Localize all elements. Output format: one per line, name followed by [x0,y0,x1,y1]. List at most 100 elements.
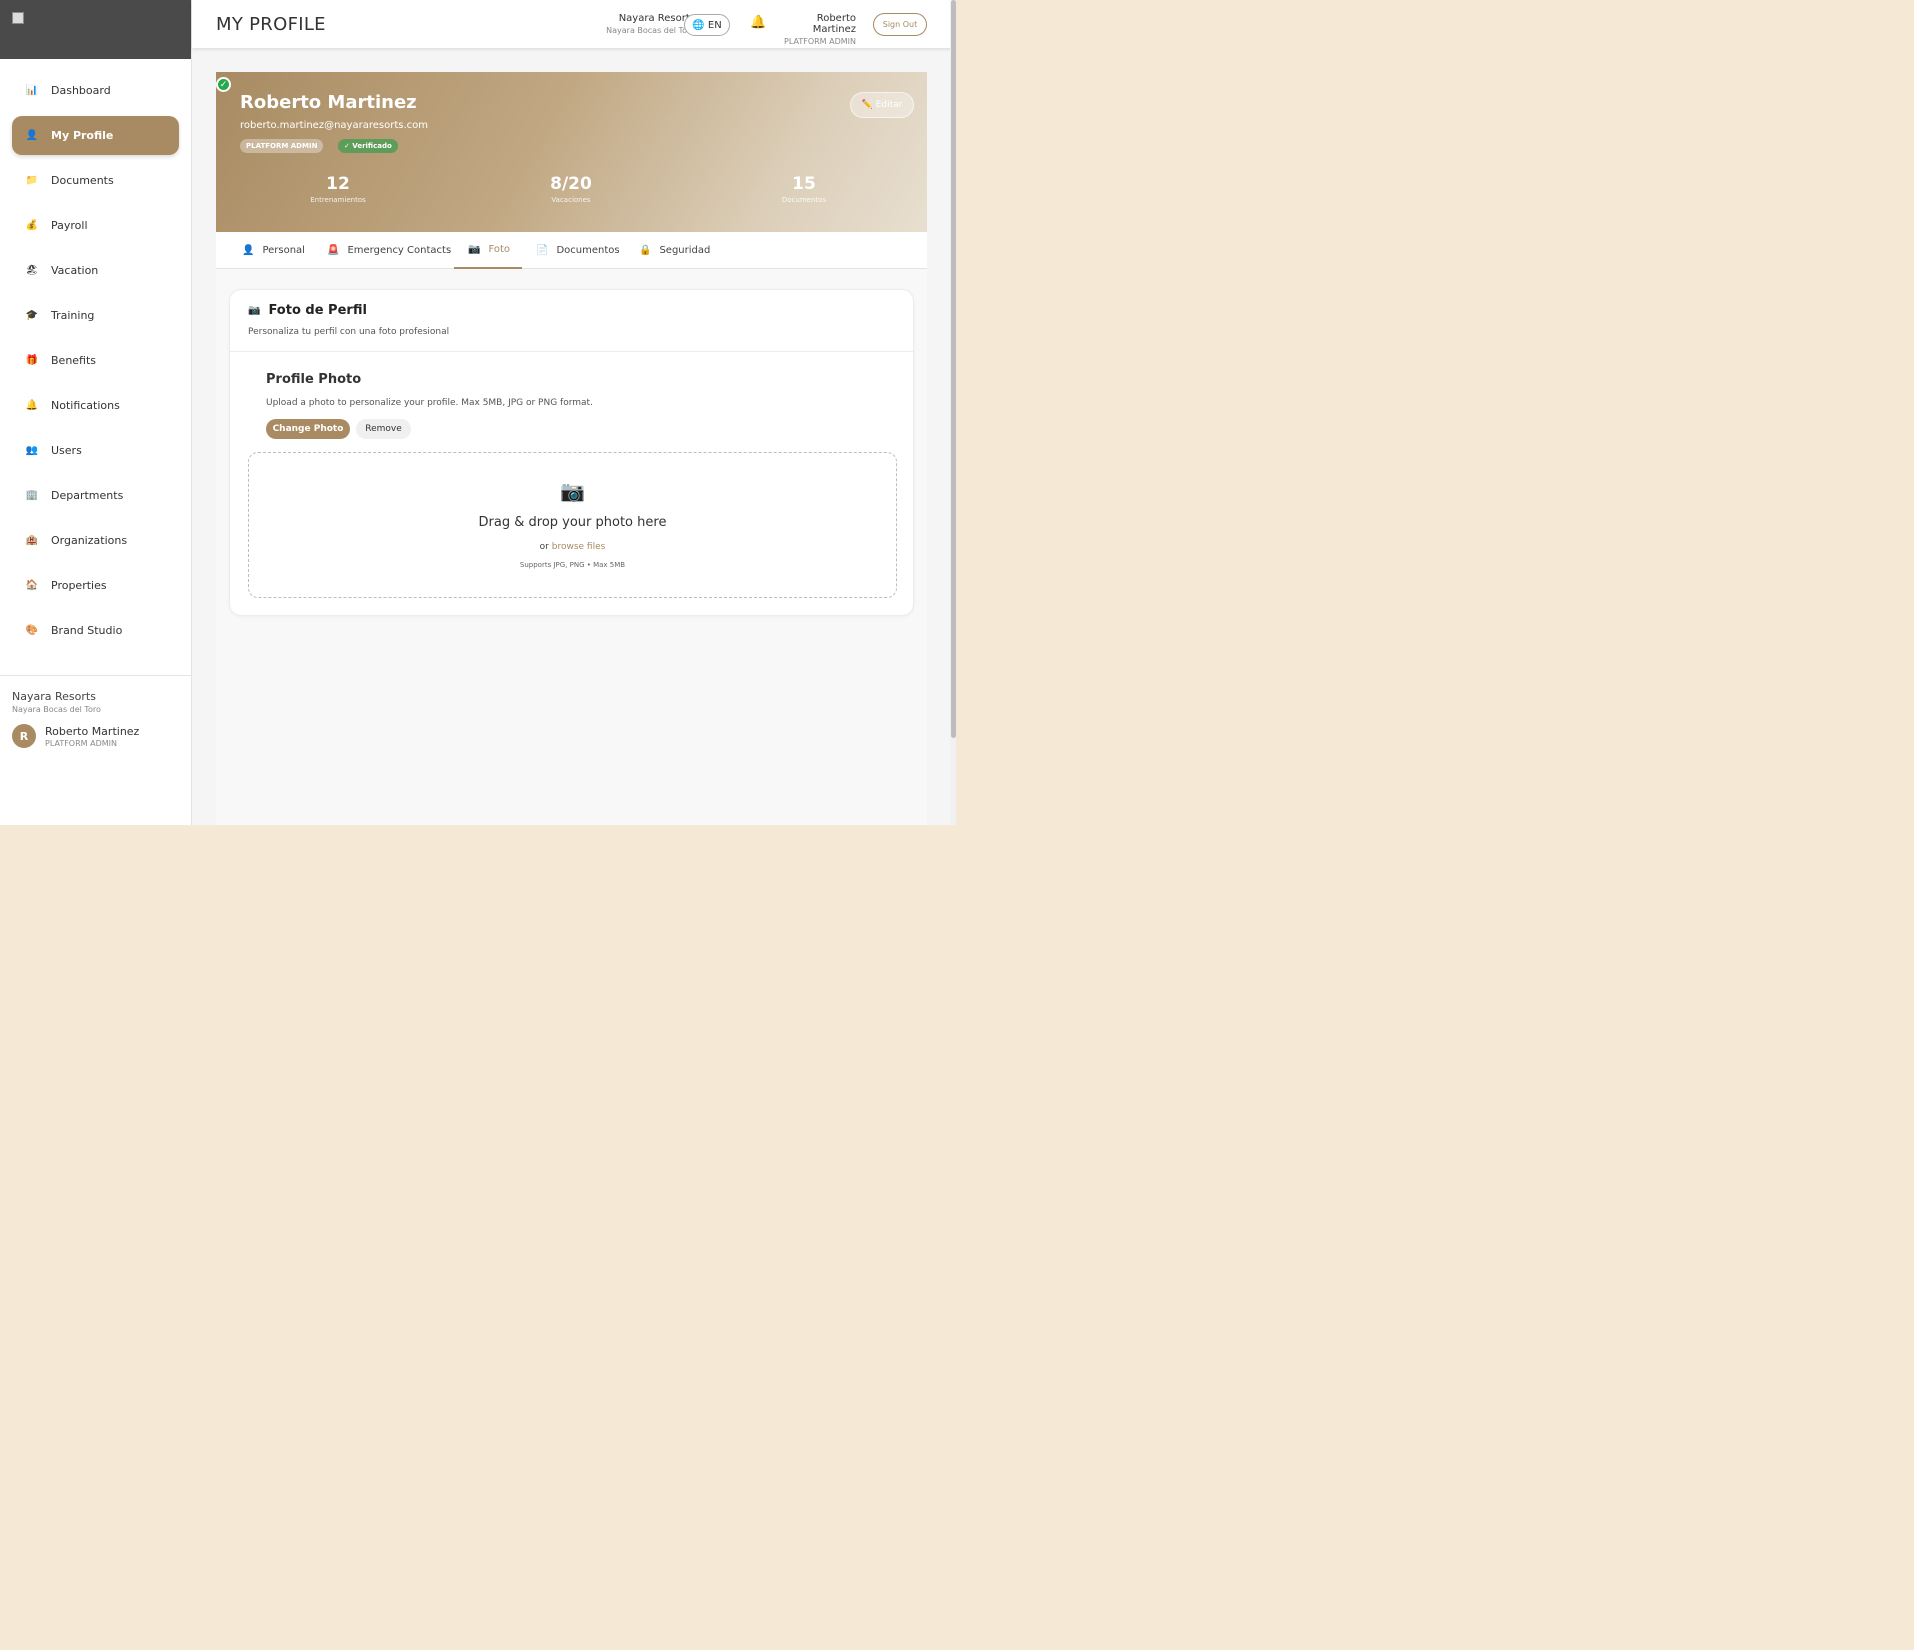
users-icon: 👥 [25,445,39,456]
footer-property-name: Nayara Bocas del Toro [12,705,101,714]
office-building-icon: 🏢 [25,490,39,501]
sidebar-item-my-profile[interactable]: 👤 My Profile [12,116,179,155]
edit-profile-button[interactable]: ✏️ Editar [850,92,914,118]
section-description: Upload a photo to personalize your profi… [266,398,593,408]
stat-value: 15 [792,174,816,194]
tab-seguridad[interactable]: 🔒 Seguridad [639,232,710,269]
stat-value: 12 [326,174,350,194]
user-icon: 👤 [242,245,255,256]
logo-image [12,12,24,24]
tab-label: Seguridad [659,245,711,256]
sidebar-item-label: Users [51,444,82,457]
sidebar-nav: 📊 Dashboard 👤 My Profile 📁 Documents 💰 P… [0,59,191,650]
bell-icon[interactable]: 🔔 [750,15,766,30]
remove-photo-button[interactable]: Remove [356,419,411,439]
change-photo-button[interactable]: Change Photo [266,419,350,439]
tab-personal[interactable]: 👤 Personal [242,232,305,269]
tab-label: Personal [262,245,305,256]
header-user-role: PLATFORM ADMIN [784,37,856,46]
sidebar-item-brand-studio[interactable]: 🎨 Brand Studio [12,611,179,650]
sidebar-item-label: Vacation [51,264,99,277]
header-property-name: Nayara Bocas del Toro [606,26,695,35]
sidebar-item-label: My Profile [51,129,114,142]
profile-hero: ✓ Roberto Martinez roberto.martinez@naya… [216,72,927,232]
stat-trainings: 12 Entrenamientos [278,174,398,204]
dropzone-note: Supports JPG, PNG • Max 5MB [519,561,626,569]
main-content: ✓ Roberto Martinez roberto.martinez@naya… [216,72,927,825]
card-header: 📷 Foto de Perfil Personaliza tu perfil c… [230,290,913,352]
verified-badge: ✓ Verificado [338,139,398,153]
sidebar-item-properties[interactable]: 🏠 Properties [12,566,179,605]
stat-value: 8/20 [550,174,592,194]
tab-documentos[interactable]: 📄 Documentos [536,232,620,269]
gift-icon: 🎁 [25,355,39,366]
sidebar-item-notifications[interactable]: 🔔 Notifications [12,386,179,425]
footer-org-name: Nayara Resorts [12,690,96,703]
sidebar-item-organizations[interactable]: 🏨 Organizations [12,521,179,560]
camera-icon: 📷 [248,305,261,316]
browse-files-link[interactable]: browse files [552,542,606,552]
bell-icon: 🔔 [25,400,39,411]
photo-dropzone[interactable]: 📷 Drag & drop your photo here or browse … [248,452,897,598]
section-title: Profile Photo [266,372,362,387]
sidebar-item-documents[interactable]: 📁 Documents [12,161,179,200]
lock-icon: 🔒 [639,245,652,256]
tab-label: Emergency Contacts [347,245,452,256]
profile-name: Roberto Martinez [240,92,417,113]
sidebar-item-departments[interactable]: 🏢 Departments [12,476,179,515]
sidebar-item-users[interactable]: 👥 Users [12,431,179,470]
footer-user-role: PLATFORM ADMIN [45,738,117,748]
profile-tabs: 👤 Personal 🚨 Emergency Contacts 📷 Foto 📄… [216,232,927,269]
card-subtitle: Personaliza tu perfil con una foto profe… [248,327,450,337]
sidebar-logo[interactable] [0,0,191,59]
tab-foto[interactable]: 📷 Foto [454,232,523,269]
siren-icon: 🚨 [327,245,340,256]
chart-icon: 📊 [25,85,39,96]
sidebar: 📊 Dashboard 👤 My Profile 📁 Documents 💰 P… [0,0,192,825]
sidebar-item-label: Dashboard [51,84,111,97]
page-title: MY PROFILE [216,14,326,35]
money-bag-icon: 💰 [25,220,39,231]
footer-user[interactable]: R Roberto Martinez PLATFORM ADMIN [12,724,179,748]
dropzone-or-text: or [539,542,549,552]
tab-emergency-contacts[interactable]: 🚨 Emergency Contacts [327,232,451,269]
top-header: MY PROFILE Nayara Resorts Nayara Bocas d… [192,0,953,48]
sidebar-footer: Nayara Resorts Nayara Bocas del Toro R R… [0,675,191,748]
sidebar-item-dashboard[interactable]: 📊 Dashboard [12,71,179,110]
sidebar-item-label: Organizations [51,534,128,547]
palette-icon: 🎨 [25,625,39,636]
sidebar-item-training[interactable]: 🎓 Training [12,296,179,335]
hotel-icon: 🏨 [25,535,39,546]
sidebar-item-label: Departments [51,489,124,502]
footer-user-name: Roberto Martinez [45,724,140,738]
scrollbar-thumb[interactable] [951,0,956,738]
profile-email: roberto.martinez@nayararesorts.com [240,120,428,131]
avatar: R [12,724,36,748]
header-org: Nayara Resorts Nayara Bocas del Toro [606,13,695,35]
document-icon: 📄 [536,245,549,256]
sidebar-item-vacation[interactable]: 🏖 Vacation [12,251,179,290]
header-org-name: Nayara Resorts [618,13,695,24]
dropzone-title: Drag & drop your photo here [478,515,667,530]
camera-icon: 📷 [560,479,585,503]
header-user-name: Roberto Martinez [812,13,856,35]
header-user: Roberto Martinez PLATFORM ADMIN [783,13,856,46]
stat-documents: 15 Documentos [744,174,864,204]
sidebar-item-payroll[interactable]: 💰 Payroll [12,206,179,245]
sidebar-item-label: Notifications [51,399,120,412]
camera-icon: 📷 [468,244,481,255]
role-badge: PLATFORM ADMIN [240,139,324,153]
sidebar-item-label: Benefits [51,354,97,367]
stat-label: Documentos [781,196,827,204]
graduation-cap-icon: 🎓 [25,310,39,321]
verified-check-icon: ✓ [216,77,231,92]
language-switcher-button[interactable]: 🌐 EN [684,14,730,36]
dropzone-browse-line: or browse files [249,542,896,552]
sign-out-button[interactable]: Sign Out [873,13,927,36]
card-title: 📷 Foto de Perfil [248,303,367,318]
sidebar-item-label: Documents [51,174,114,187]
user-icon: 👤 [25,130,39,141]
sidebar-item-label: Brand Studio [51,624,123,637]
card-title-text: Foto de Perfil [268,303,367,318]
sidebar-item-benefits[interactable]: 🎁 Benefits [12,341,179,380]
